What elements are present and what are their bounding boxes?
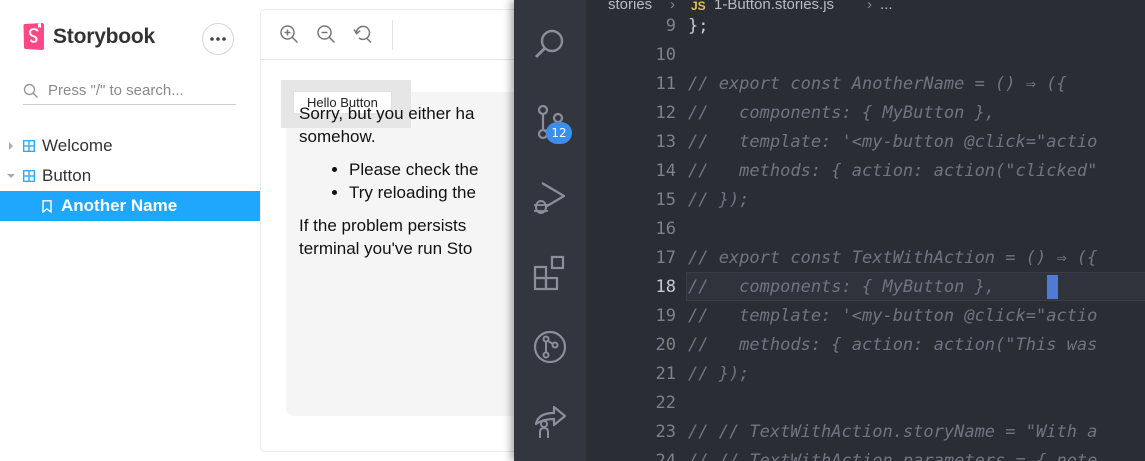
javascript-file-icon: JS	[691, 0, 706, 13]
storybook-brand: Storybook	[53, 25, 156, 48]
caret-down-icon	[7, 174, 15, 178]
sidebar-item-button[interactable]: Button	[0, 161, 261, 191]
line-number: 9	[665, 16, 676, 36]
code-line[interactable]: // export const AnotherName = () ⇒ ({	[688, 70, 1067, 99]
breadcrumb-folder[interactable]: stories	[608, 0, 652, 13]
zoom-in-icon[interactable]	[279, 24, 299, 44]
breadcrumb: stories › JS 1-Button.stories.js › ...	[586, 0, 1145, 16]
sidebar-item-another-name[interactable]: Another Name	[0, 191, 261, 221]
storybook-logo-icon[interactable]	[23, 23, 45, 50]
scm-count-badge: 12	[546, 122, 572, 144]
search-icon[interactable]	[532, 26, 568, 62]
error-line-1: Sorry, but you either ha	[299, 104, 475, 123]
code-line[interactable]: // export const TextWithAction = () ⇒ ({	[688, 244, 1097, 273]
component-icon	[23, 140, 35, 152]
zoom-out-icon[interactable]	[316, 24, 336, 44]
storybook-sidebar: Storybook Welcome	[0, 0, 261, 461]
list-item: Try reloading the	[349, 181, 531, 204]
line-number: 16	[655, 219, 676, 239]
code-line[interactable]: // methods: { action: action("clicked"	[688, 157, 1097, 186]
extensions-icon[interactable]	[532, 255, 568, 291]
line-number: 24	[655, 451, 676, 461]
breadcrumb-file[interactable]: 1-Button.stories.js	[714, 0, 834, 13]
search-icon	[23, 83, 38, 98]
code-line[interactable]: };	[688, 12, 708, 41]
line-number: 21	[655, 364, 676, 384]
search-input[interactable]	[48, 80, 233, 100]
line-number: 15	[655, 190, 676, 210]
error-line-2: somehow.	[299, 127, 376, 146]
breadcrumb-more[interactable]: ...	[880, 0, 893, 13]
line-number: 23	[655, 422, 676, 442]
error-suggestions: Please check the Try reloading the	[299, 158, 531, 204]
vscode-window: 12 9}; 10 11// export const AnotherName …	[514, 0, 1145, 461]
preview-panel: Hello Button Sorry, but you either ha so…	[261, 10, 531, 451]
code-line[interactable]: // template: '<my-button @click="actio	[688, 302, 1097, 331]
code-line[interactable]: // methods: { action: action("This was	[688, 331, 1097, 360]
line-number: 12	[655, 103, 676, 123]
code-line[interactable]: // template: '<my-button @click="actio	[688, 128, 1097, 157]
sidebar-search	[23, 78, 236, 105]
line-number: 18	[655, 277, 676, 297]
more-icon	[210, 37, 226, 41]
chevron-right-icon: ›	[867, 0, 872, 13]
code-editor[interactable]: 9}; 10 11 // export const AnotherName = () …	[586, 0, 1145, 461]
line-number: 11	[655, 74, 676, 94]
bookmark-icon	[42, 200, 52, 213]
component-icon	[23, 170, 35, 182]
line-number: 17	[655, 248, 676, 268]
list-item: Please check the	[349, 158, 531, 181]
error-line-4: terminal you've run Sto	[299, 239, 473, 258]
error-message: Sorry, but you either ha somehow. Please…	[299, 102, 531, 270]
code-line[interactable]: // });	[688, 360, 749, 389]
line-number: 10	[655, 45, 676, 65]
story-tree: Welcome Button Another Name	[0, 131, 261, 221]
code-line[interactable]: // components: { MyButton },	[688, 273, 995, 302]
code-line[interactable]: // });	[688, 186, 749, 215]
line-number: 13	[655, 132, 676, 152]
reset-zoom-icon[interactable]	[353, 24, 373, 44]
line-number: 14	[655, 161, 676, 181]
line-number: 20	[655, 335, 676, 355]
code-line[interactable]: // // TextWithAction.parameters = { note	[688, 447, 1097, 461]
live-share-icon[interactable]	[532, 402, 568, 438]
sidebar-item-label: Button	[42, 166, 92, 185]
sidebar-menu-button[interactable]	[202, 23, 234, 55]
sidebar-item-label: Welcome	[42, 136, 113, 155]
chevron-right-icon: ›	[670, 0, 675, 13]
code-line[interactable]: // // TextWithAction.storyName = "With a	[688, 418, 1097, 447]
sidebar-item-label: Another Name	[61, 196, 178, 215]
error-line-3: If the problem persists	[299, 216, 467, 235]
run-debug-icon[interactable]	[532, 180, 568, 216]
text-cursor	[1047, 275, 1058, 299]
toolbar-divider	[392, 20, 393, 50]
caret-right-icon	[9, 142, 13, 150]
line-number: 19	[655, 306, 676, 326]
sidebar-item-welcome[interactable]: Welcome	[0, 131, 261, 161]
preview-toolbar	[261, 10, 531, 60]
activity-bar: 12	[514, 0, 586, 461]
line-number: 22	[655, 393, 676, 413]
git-graph-icon[interactable]	[532, 329, 568, 365]
code-line[interactable]: // components: { MyButton },	[688, 99, 995, 128]
